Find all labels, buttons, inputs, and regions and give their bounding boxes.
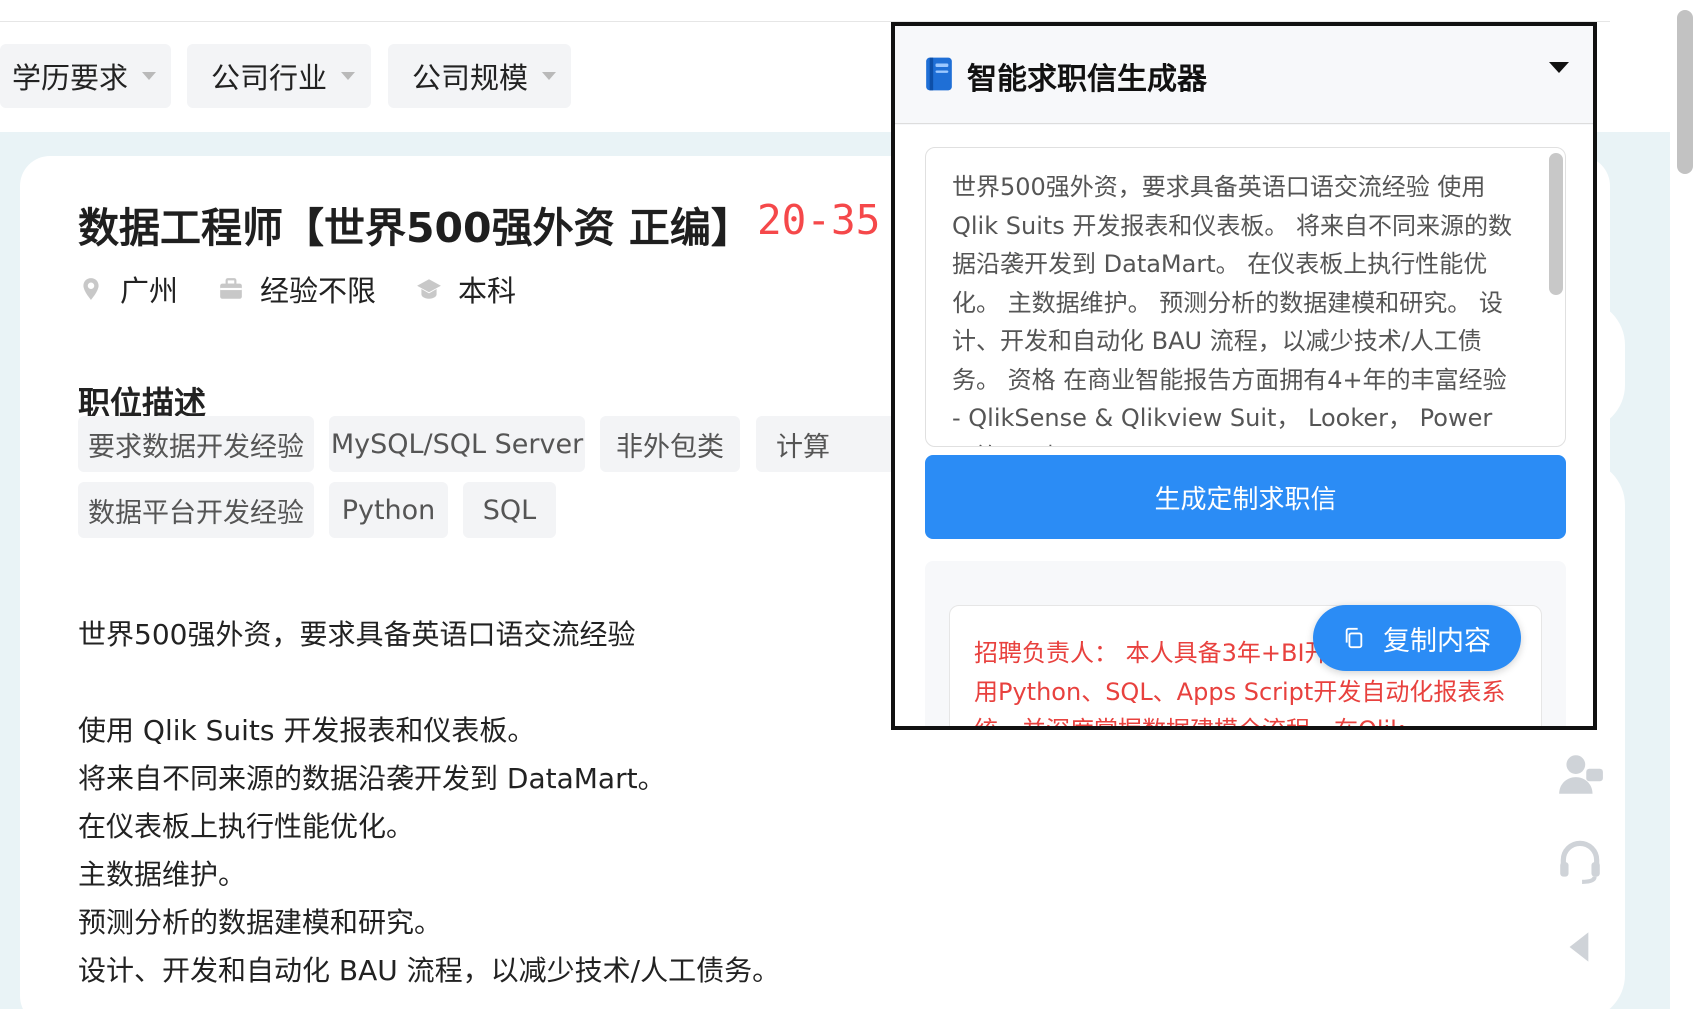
filter-company-size-label: 公司规模	[412, 61, 529, 95]
meta-location: 广州	[78, 268, 178, 310]
location-text: 广州	[120, 274, 179, 308]
location-pin-icon	[83, 278, 99, 300]
description-line: 预测分析的数据建模和研究。	[78, 906, 443, 939]
filter-education-label: 学历要求	[12, 61, 129, 95]
briefcase-icon	[220, 278, 242, 299]
description-line: 使用 Qlik Suits 开发报表和仪表板。	[78, 714, 536, 747]
user-contact-icon[interactable]	[1555, 750, 1605, 800]
copy-content-label: 复制内容	[1383, 625, 1491, 657]
triangle-left-icon[interactable]	[1555, 922, 1605, 972]
book-icon	[926, 57, 952, 91]
copy-icon	[1345, 627, 1363, 649]
tag: 计算	[756, 416, 896, 472]
textarea-scrollbar[interactable]	[1549, 153, 1563, 295]
tag: MySQL/SQL Server	[329, 416, 585, 472]
headset-icon[interactable]	[1555, 835, 1605, 885]
tag: SQL	[463, 482, 556, 538]
tag: 非外包类	[600, 416, 740, 472]
chevron-down-icon[interactable]	[1549, 62, 1569, 73]
description-line: 主数据维护。	[78, 858, 247, 891]
description-line: 将来自不同来源的数据沿袭开发到 DataMart。	[78, 762, 666, 795]
tag: Python	[329, 482, 448, 538]
graduation-cap-icon	[417, 279, 441, 299]
chevron-down-icon	[542, 72, 557, 80]
filter-industry-label: 公司行业	[211, 61, 328, 95]
job-title: 数据工程师【世界500强外资 正编】	[78, 204, 752, 252]
experience-text: 经验不限	[260, 274, 377, 308]
tag: 要求数据开发经验	[78, 416, 314, 472]
description-line: 在仪表板上执行性能优化。	[78, 810, 415, 843]
job-meta: 广州 经验不限 本科	[78, 268, 556, 310]
education-text: 本科	[458, 274, 517, 308]
filter-industry[interactable]: 公司行业	[187, 44, 371, 108]
chevron-down-icon	[142, 72, 157, 80]
description-line: 世界500强外资，要求具备英语口语交流经验	[78, 618, 636, 651]
meta-experience: 经验不限	[218, 268, 376, 310]
filter-education[interactable]: 学历要求	[0, 44, 171, 108]
page-scrollbar[interactable]	[1677, 10, 1693, 174]
popup-header: 智能求职信生成器	[895, 26, 1593, 124]
page: 学历要求 公司行业 公司规模 数据工程师【世界500强外资 正编】 20-35 …	[0, 0, 1698, 1009]
description-line	[78, 659, 978, 707]
job-description-textarea[interactable]: 世界500强外资，要求具备英语口语交流经验 使用 Qlik Suits 开发报表…	[925, 147, 1566, 447]
popup-title: 智能求职信生成器	[967, 62, 1207, 97]
filter-company-size[interactable]: 公司规模	[388, 44, 571, 108]
chevron-down-icon	[341, 72, 356, 80]
description-line: 设计、开发和自动化 BAU 流程，以减少技术/人工债务。	[78, 954, 781, 987]
copy-content-button[interactable]: 复制内容	[1313, 605, 1521, 671]
tag: 数据平台开发经验	[78, 482, 314, 538]
job-description: 世界500强外资，要求具备英语口语交流经验 使用 Qlik Suits 开发报表…	[78, 611, 978, 995]
top-strip	[0, 0, 1610, 22]
generate-cover-letter-button[interactable]: 生成定制求职信	[925, 455, 1566, 539]
salary: 20-35	[757, 196, 881, 244]
meta-education: 本科	[416, 268, 516, 310]
